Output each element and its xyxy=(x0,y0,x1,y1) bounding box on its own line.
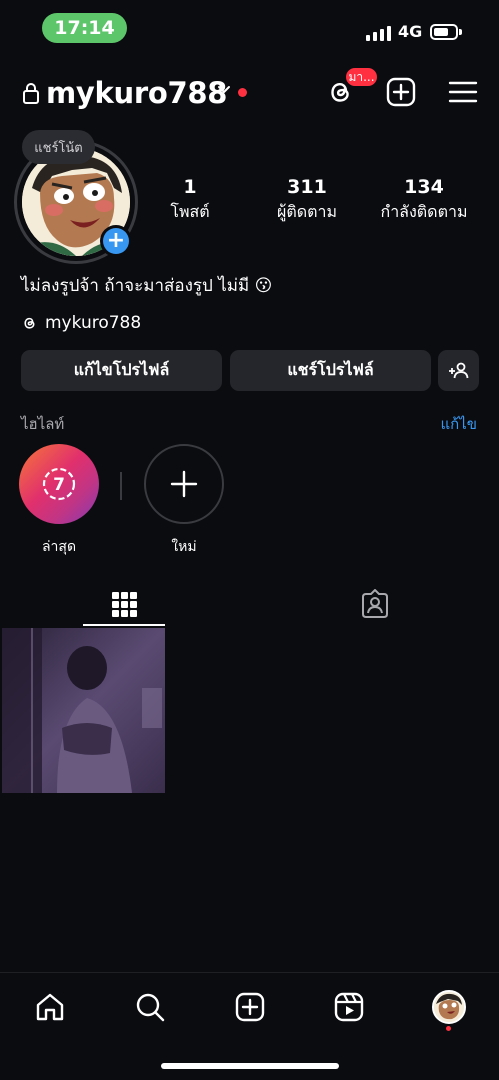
status-bar: 17:14 4G xyxy=(0,0,499,56)
stat-label: กำลังติดตาม xyxy=(380,202,468,221)
highlights-edit-link[interactable]: แก้ไข xyxy=(440,412,477,436)
divider xyxy=(120,472,122,500)
threads-handle: mykuro788 xyxy=(45,313,142,333)
notification-dot xyxy=(446,1026,451,1031)
stat-posts[interactable]: 1 โพสต์ xyxy=(160,176,220,225)
nav-home[interactable] xyxy=(30,987,70,1027)
stat-value: 134 xyxy=(404,176,444,198)
countdown-icon: 7 xyxy=(42,467,76,501)
profile-header: mykuro788 มา... xyxy=(0,66,499,120)
highlight-cover: 7 xyxy=(19,444,99,524)
nav-search[interactable] xyxy=(130,987,170,1027)
chevron-down-icon[interactable] xyxy=(216,84,232,96)
stat-value: 1 xyxy=(183,176,197,198)
reels-icon xyxy=(334,992,364,1022)
nav-create[interactable] xyxy=(230,987,270,1027)
stat-label: โพสต์ xyxy=(170,202,210,221)
menu-icon[interactable] xyxy=(447,76,479,108)
lock-icon xyxy=(23,83,39,104)
note-bubble[interactable]: แชร์โน้ต xyxy=(22,130,95,164)
tagged-icon xyxy=(362,589,388,618)
profile-avatar xyxy=(432,990,466,1024)
stat-label: ผู้ติดตาม xyxy=(276,202,338,221)
highlight-latest[interactable]: 7 ล่าสุด xyxy=(18,444,100,558)
create-icon[interactable] xyxy=(385,76,417,108)
home-indicator xyxy=(161,1063,339,1069)
highlight-label: ใหม่ xyxy=(171,539,197,555)
profile-bio: ไม่ลงรูปจ้า ถ้าจะมาส่องรูป ไม่มี 😗 xyxy=(21,276,273,296)
new-highlight-circle xyxy=(144,444,224,524)
edit-profile-button[interactable]: แก้ไขโปรไฟล์ xyxy=(21,350,222,391)
threads-icon xyxy=(24,317,35,329)
add-story-button[interactable]: + xyxy=(100,225,132,257)
highlight-new[interactable]: ใหม่ xyxy=(143,444,225,558)
highlights-title: ไฮไลท์ xyxy=(21,415,65,433)
tab-tagged[interactable] xyxy=(334,580,416,628)
home-icon xyxy=(36,993,64,1021)
discover-people-button[interactable] xyxy=(438,350,479,391)
plus-icon: + xyxy=(103,228,129,254)
post-thumbnail[interactable] xyxy=(2,628,165,793)
highlight-label: ล่าสุด xyxy=(41,539,77,555)
threads-badge: มา... xyxy=(344,66,379,88)
stat-value: 311 xyxy=(287,176,327,198)
nav-profile[interactable] xyxy=(429,987,469,1031)
add-person-icon xyxy=(448,362,468,378)
plus-icon xyxy=(170,470,198,498)
highlight-count: 7 xyxy=(53,475,65,495)
active-tab-indicator xyxy=(83,624,165,626)
notification-dot xyxy=(238,88,247,97)
share-profile-button[interactable]: แชร์โปรไฟล์ xyxy=(230,350,431,391)
stat-followers[interactable]: 311 ผู้ติดตาม xyxy=(262,176,352,225)
search-icon xyxy=(136,993,165,1022)
threads-link[interactable]: mykuro788 xyxy=(21,313,141,333)
signal-icon xyxy=(366,25,391,41)
create-icon xyxy=(235,992,265,1022)
network-label: 4G xyxy=(398,22,423,41)
status-time[interactable]: 17:14 xyxy=(42,13,127,43)
battery-icon xyxy=(430,24,462,40)
stat-following[interactable]: 134 กำลังติดตาม xyxy=(370,176,478,225)
grid-icon xyxy=(112,592,137,617)
nav-reels[interactable] xyxy=(329,987,369,1027)
username[interactable]: mykuro788 xyxy=(46,76,227,110)
tab-grid[interactable] xyxy=(83,580,165,628)
